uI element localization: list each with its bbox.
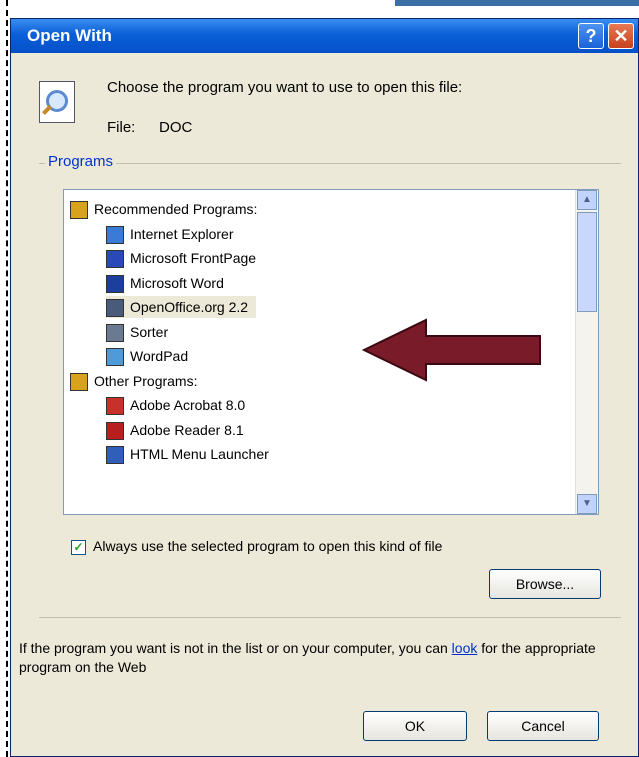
- list-scrollbar[interactable]: ▲ ▼: [575, 190, 598, 514]
- program-item[interactable]: Microsoft FrontPage: [106, 247, 256, 269]
- html-launcher-icon: [106, 446, 124, 465]
- program-item[interactable]: Internet Explorer: [106, 223, 234, 245]
- cancel-button[interactable]: Cancel: [487, 711, 599, 741]
- program-item[interactable]: WordPad: [106, 345, 188, 367]
- word-icon: [106, 274, 124, 293]
- internet-explorer-icon: [106, 225, 124, 244]
- program-label: Microsoft FrontPage: [130, 250, 257, 266]
- always-use-checkbox[interactable]: ✓: [71, 540, 86, 555]
- program-item[interactable]: HTML Menu Launcher: [106, 443, 269, 465]
- title-bar[interactable]: Open With ? ✕: [11, 19, 638, 53]
- acrobat-icon: [106, 397, 124, 416]
- instruction-text: Choose the program you want to use to op…: [107, 79, 463, 96]
- programs-group-label: Programs: [45, 153, 117, 170]
- program-item[interactable]: OpenOffice.org 2.2: [106, 296, 257, 318]
- ok-button[interactable]: OK: [363, 711, 467, 741]
- annotation-arrow-icon: [362, 318, 541, 382]
- arrow-shape: [362, 318, 541, 382]
- scroll-thumb[interactable]: [577, 212, 597, 312]
- program-label: HTML Menu Launcher: [130, 446, 269, 462]
- program-label: Other Programs:: [94, 372, 198, 389]
- program-label: WordPad: [130, 348, 189, 364]
- category-header: Other Programs:: [70, 370, 197, 392]
- program-label: Sorter: [130, 323, 169, 340]
- frontpage-icon: [106, 250, 124, 269]
- sorter-icon: [106, 323, 124, 342]
- programs-group-line: [39, 163, 621, 164]
- program-item[interactable]: Microsoft Word: [106, 272, 224, 294]
- open-with-dialog: Open With ? ✕ Choose the program you wan…: [10, 18, 639, 757]
- window-title: Open With: [27, 26, 112, 45]
- adobe-reader-icon: [106, 421, 124, 440]
- wordpad-icon: [106, 348, 124, 367]
- file-name: DOC: [159, 119, 193, 136]
- browse-button[interactable]: Browse...: [489, 569, 601, 599]
- web-help-text: If the program you want is not in the li…: [19, 639, 633, 677]
- program-item[interactable]: Adobe Reader 8.1: [106, 419, 244, 441]
- scroll-down-button[interactable]: ▼: [577, 494, 597, 514]
- category-header: Recommended Programs:: [70, 198, 257, 220]
- program-label: Microsoft Word: [130, 274, 224, 291]
- program-label: OpenOffice.org 2.2: [130, 299, 249, 315]
- program-item[interactable]: Adobe Acrobat 8.0: [106, 394, 245, 416]
- file-label: File:: [107, 119, 136, 136]
- scroll-up-button[interactable]: ▲: [577, 190, 597, 210]
- program-item[interactable]: Sorter: [106, 321, 168, 343]
- file-search-icon: [39, 81, 75, 123]
- separator: [39, 617, 621, 618]
- program-label: Adobe Acrobat 8.0: [130, 397, 246, 413]
- close-button[interactable]: ✕: [608, 23, 634, 49]
- folder-icon: [70, 372, 88, 391]
- program-label: Recommended Programs:: [94, 201, 258, 217]
- help-button[interactable]: ?: [578, 23, 604, 49]
- openoffice-icon: [106, 299, 124, 318]
- folder-icon: [70, 201, 88, 220]
- look-link[interactable]: look: [452, 640, 478, 656]
- background-window-edge: [395, 0, 639, 6]
- web-help-before: If the program you want is not in the li…: [19, 640, 448, 656]
- always-use-label[interactable]: Always use the selected program to open …: [93, 538, 442, 554]
- program-label: Adobe Reader 8.1: [130, 421, 244, 438]
- page-left-border: [0, 0, 8, 757]
- program-label: Internet Explorer: [130, 225, 234, 242]
